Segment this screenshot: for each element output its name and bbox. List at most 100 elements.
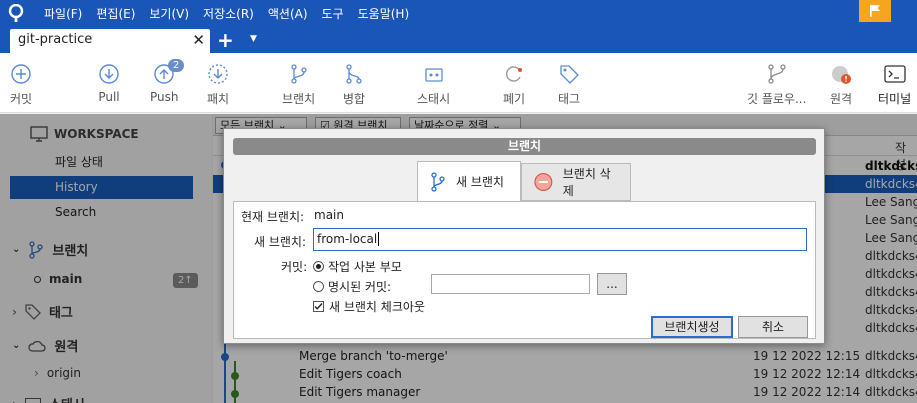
merge-button[interactable]: 병합 <box>343 63 365 107</box>
menu-tools[interactable]: 도구 <box>322 5 344 22</box>
add-tab-icon[interactable]: + <box>217 28 234 52</box>
browse-commit-button[interactable]: ... <box>597 273 627 295</box>
pull-label: Pull <box>98 90 120 104</box>
tab-label: git-practice <box>18 32 93 47</box>
sourcetree-logo-icon <box>8 4 24 22</box>
table-row[interactable]: Edit Tigers manager 19 12 2022 12:14 dltkd… <box>213 383 917 401</box>
workspace-label: WORKSPACE <box>54 127 139 141</box>
remote-label: 원격 <box>830 92 853 106</box>
radio-working-copy-parent[interactable]: 작업 사본 부모 <box>313 258 402 275</box>
sidebar-item-history[interactable]: History <box>10 176 193 199</box>
new-branch-input[interactable]: from-local <box>313 228 807 251</box>
tag-icon <box>560 65 579 84</box>
tab-delete-branch-label: 브랜치 삭제 <box>562 167 611 198</box>
menu-repository[interactable]: 저장소(R) <box>203 5 254 22</box>
pull-button[interactable]: Pull <box>98 63 120 104</box>
option-parent-label: 작업 사본 부모 <box>328 260 402 274</box>
flag-button[interactable] <box>859 0 891 22</box>
close-icon[interactable]: ✕ <box>192 31 205 49</box>
commit-button[interactable]: 커밋 <box>10 63 32 107</box>
commit-label: 커밋: <box>281 260 308 274</box>
sidebar-section-branches[interactable]: ⌄ 브랜치 <box>12 240 88 259</box>
commit-desc: Edit Tigers coach <box>299 367 402 381</box>
commit-author: dltkdcks4 <box>865 349 917 363</box>
stash-icon <box>24 397 41 403</box>
radio-specified-commit[interactable]: 명시된 커밋: <box>313 278 391 295</box>
stash-label: 스태시 <box>417 92 451 106</box>
menu-bar: 파일(F) 편집(E) 보기(V) 저장소(R) 액션(A) 도구 도움말(H) <box>44 5 423 22</box>
branch-icon <box>29 240 44 259</box>
sidebar-item-origin[interactable]: › origin <box>34 366 81 380</box>
commit-date: 19 12 2022 12:15 <box>753 349 861 363</box>
dialog-title: 브랜치 <box>233 138 816 155</box>
flag-icon <box>870 5 880 17</box>
tab-new-branch[interactable]: 새 브랜치 <box>417 161 521 201</box>
merge-icon <box>346 64 362 84</box>
remote-button[interactable]: 원격 <box>830 63 852 107</box>
commit-date: 19 12 2022 12:14 <box>753 385 861 399</box>
stash-label: 스태시 <box>49 394 85 403</box>
option-specified-label: 명시된 커밋: <box>328 280 392 294</box>
new-branch-value: from-local <box>317 232 378 246</box>
specified-commit-input[interactable] <box>431 274 590 294</box>
commit-author: dltkdcks4 <box>865 385 917 399</box>
commit-desc: Merge branch 'to-merge' <box>299 349 448 363</box>
sidebar-section-tags[interactable]: › 태그 <box>12 302 73 321</box>
tag-button[interactable]: 태그 <box>558 63 580 107</box>
tag-label: 태그 <box>558 92 581 106</box>
branch-button[interactable]: 브랜치 <box>282 63 315 107</box>
cancel-button[interactable]: 취소 <box>738 316 808 338</box>
push-count-badge: 2 <box>168 59 185 72</box>
fetch-button[interactable]: 패치 <box>207 63 229 107</box>
fetch-icon <box>208 64 228 84</box>
sidebar-section-stash[interactable]: › 스태시 <box>12 394 85 403</box>
commit-author: dltkdcks4 <box>865 177 917 191</box>
table-row[interactable]: Edit Tigers coach 19 12 2022 12:14 dltkdck… <box>213 365 917 383</box>
discard-icon <box>506 66 523 82</box>
radio-off-icon <box>313 281 324 292</box>
create-branch-button[interactable]: 브랜치생성 <box>651 316 733 338</box>
menu-help[interactable]: 도움말(H) <box>358 5 410 22</box>
commit-author: dltkdcks4 <box>865 367 917 381</box>
branch-icon <box>431 171 445 192</box>
chevron-down-icon: ⌄ <box>12 340 21 351</box>
chevron-down-icon[interactable]: ▼ <box>250 34 257 44</box>
gitflow-label: 깃 플로우... <box>747 92 807 106</box>
sidebar-item-file-status[interactable]: 파일 상태 <box>10 151 193 174</box>
commit-author: dltkdcks <box>865 159 917 173</box>
tags-label: 태그 <box>48 306 73 321</box>
menu-actions[interactable]: 액션(A) <box>268 5 308 22</box>
gitflow-button[interactable]: 깃 플로우... <box>747 63 806 107</box>
menu-view[interactable]: 보기(V) <box>149 5 189 22</box>
commit-date: 19 12 2022 12:14 <box>753 367 861 381</box>
tab-delete-branch[interactable]: 브랜치 삭제 <box>521 163 631 201</box>
menu-file[interactable]: 파일(F) <box>44 5 82 22</box>
branch-dot-icon <box>34 275 41 283</box>
terminal-button[interactable]: 터미널 <box>878 63 911 107</box>
sidebar-item-search[interactable]: Search <box>10 201 193 224</box>
stash-button[interactable]: 스태시 <box>417 63 450 107</box>
current-branch-value: main <box>314 208 344 222</box>
sidebar-section-remotes[interactable]: ⌄ 원격 <box>12 336 78 355</box>
sidebar-item-main[interactable]: main <box>34 272 82 286</box>
commit-author: dltkdcks4 <box>865 321 917 335</box>
new-branch-label: 새 브랜치: <box>254 235 307 249</box>
table-row[interactable]: Merge branch 'to-merge' 19 12 2022 12:15 d… <box>213 347 917 365</box>
tag-icon <box>25 303 41 320</box>
current-branch-label: 현재 브랜치: <box>241 210 305 224</box>
commit-author: dltkdcks4 <box>865 285 917 299</box>
stash-icon <box>424 68 443 82</box>
discard-button[interactable]: 폐기 <box>503 63 525 107</box>
tab-git-practice[interactable]: git-practice ✕ <box>10 29 210 53</box>
checkout-checkbox[interactable]: 새 브랜치 체크아웃 <box>313 298 425 315</box>
toolbar: 커밋 Pull Push 2 패치 브랜치 병합 스태시 폐기 태그 깃 플로우… <box>0 53 917 113</box>
merge-label: 병합 <box>343 92 366 106</box>
menu-edit[interactable]: 편집(E) <box>96 5 135 22</box>
branch-icon <box>290 64 307 84</box>
branch-dialog: 브랜치 새 브랜치 브랜치 삭제 현재 브랜치: main 새 브랜치: fro… <box>223 128 825 344</box>
terminal-label: 터미널 <box>878 92 912 106</box>
branch-label: 브랜치 <box>282 92 316 106</box>
sidebar: WORKSPACE 파일 상태 History Search ⌄ 브랜치 mai… <box>0 114 212 403</box>
commit-icon <box>11 64 31 84</box>
commit-author: dltkdcks4 <box>865 249 917 263</box>
